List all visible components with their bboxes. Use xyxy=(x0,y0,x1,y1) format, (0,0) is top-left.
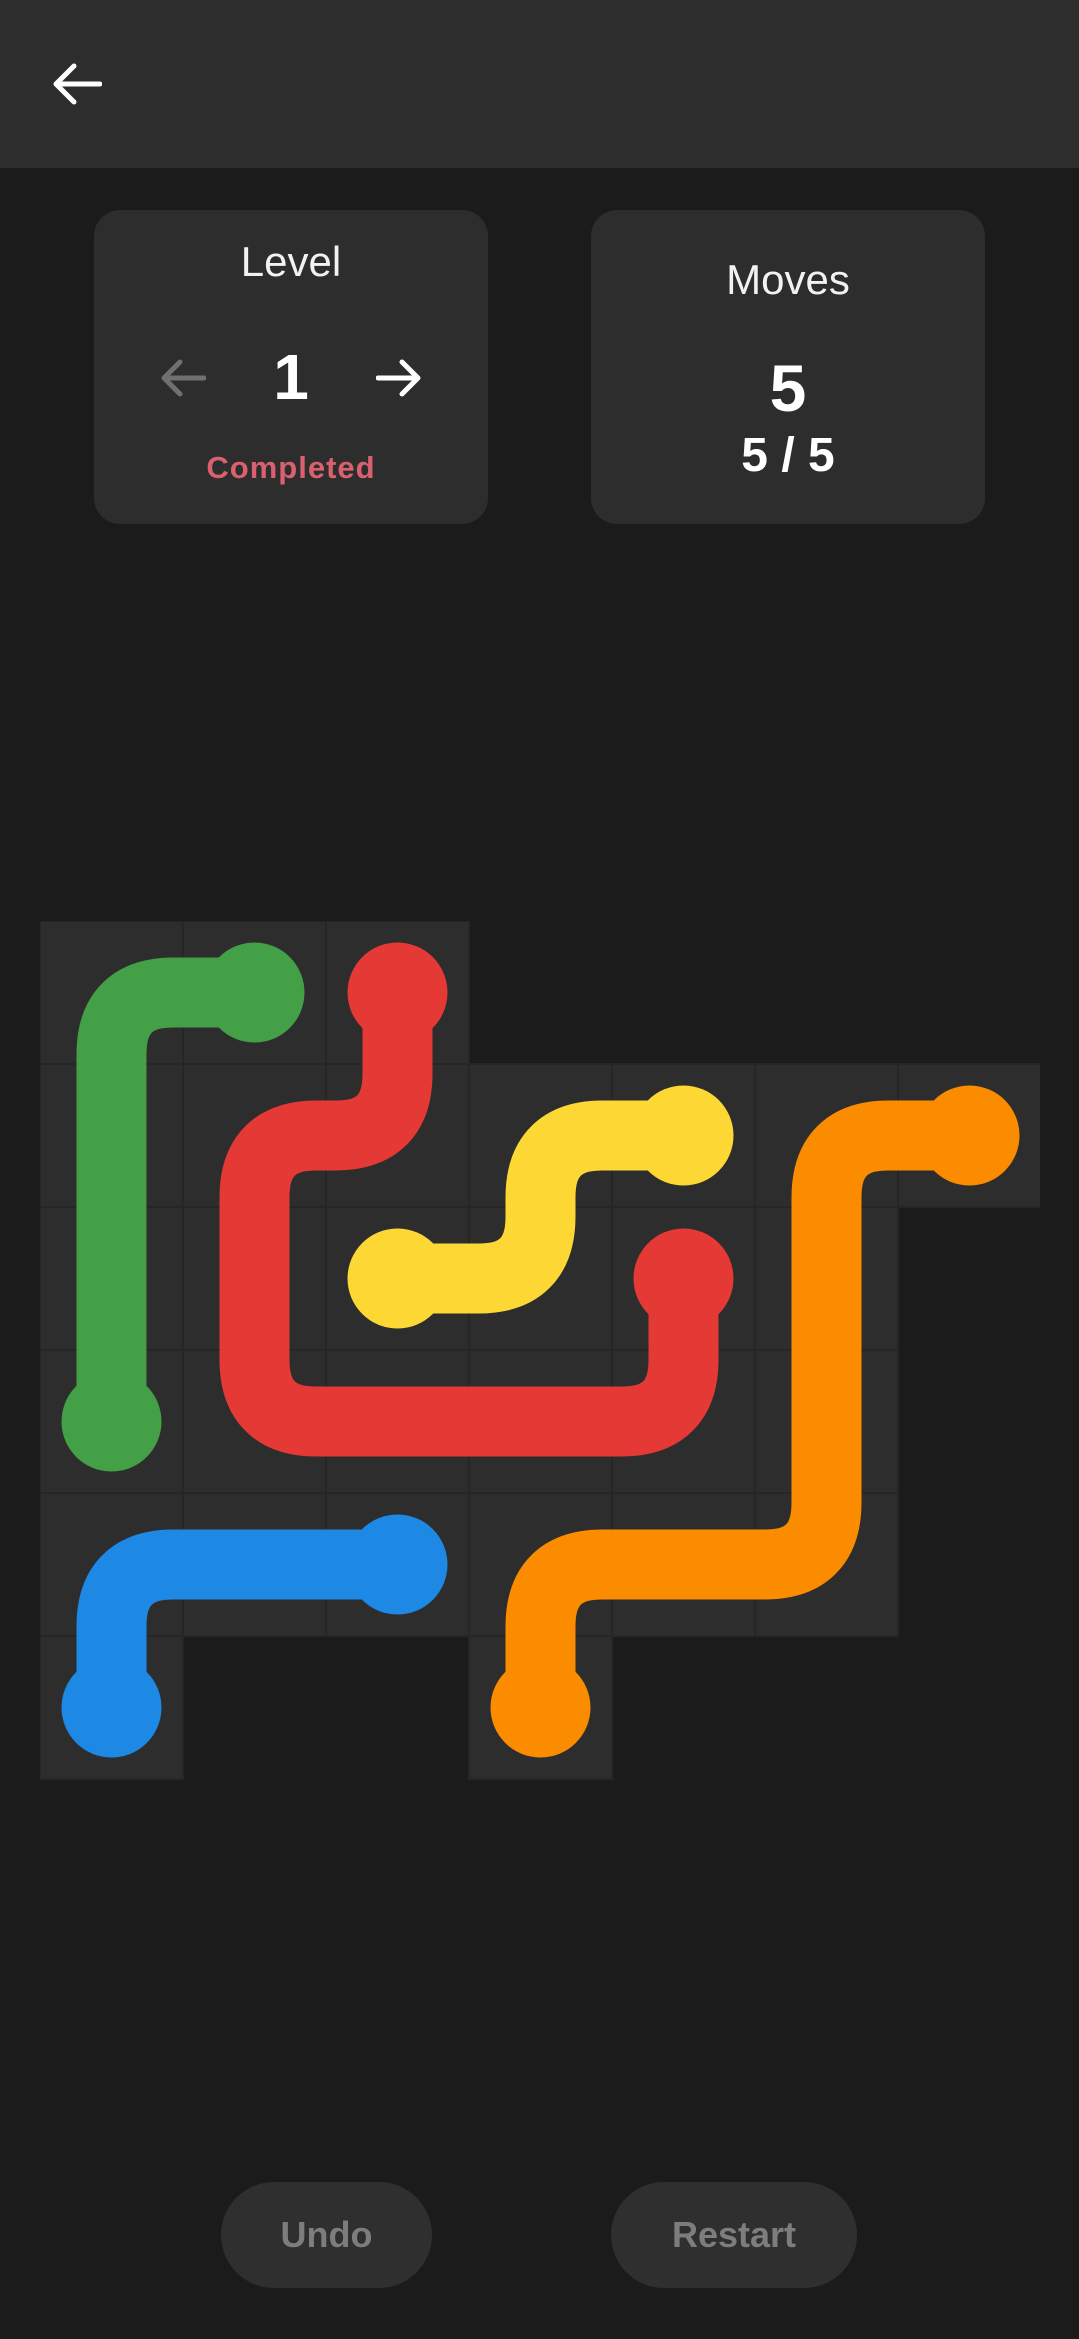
level-card: Level 1 Completed xyxy=(94,210,488,524)
flow-endpoint-blue[interactable] xyxy=(347,1514,448,1615)
game-screen: Level 1 Completed Moves 5 5 / 5 Undo Res… xyxy=(0,0,1079,2339)
moves-count: 5 xyxy=(769,351,807,425)
moves-card: Moves 5 5 / 5 xyxy=(591,210,985,524)
flow-endpoint-yellow[interactable] xyxy=(347,1228,448,1329)
flow-endpoint-orange[interactable] xyxy=(490,1657,591,1758)
restart-button[interactable]: Restart xyxy=(611,2182,857,2288)
arrow-left-icon xyxy=(53,63,102,105)
flow-endpoint-blue[interactable] xyxy=(61,1657,162,1758)
level-selector: 1 xyxy=(94,328,488,428)
flow-endpoint-red[interactable] xyxy=(347,942,448,1043)
moves-title: Moves xyxy=(726,256,850,303)
flow-endpoint-orange[interactable] xyxy=(919,1085,1020,1186)
top-app-bar xyxy=(0,0,1079,168)
undo-button[interactable]: Undo xyxy=(221,2182,432,2288)
moves-ratio: 5 / 5 xyxy=(741,429,835,482)
flow-endpoint-red[interactable] xyxy=(633,1228,734,1329)
next-level-button[interactable] xyxy=(370,348,430,408)
flow-endpoint-green[interactable] xyxy=(204,942,305,1043)
flow-endpoint-green[interactable] xyxy=(61,1371,162,1472)
level-title: Level xyxy=(240,238,342,285)
game-board[interactable] xyxy=(40,921,1040,1781)
level-status-label: Completed xyxy=(206,450,376,485)
arrow-right-icon xyxy=(376,359,421,397)
flow-endpoint-yellow[interactable] xyxy=(633,1085,734,1186)
back-button[interactable] xyxy=(36,44,116,124)
